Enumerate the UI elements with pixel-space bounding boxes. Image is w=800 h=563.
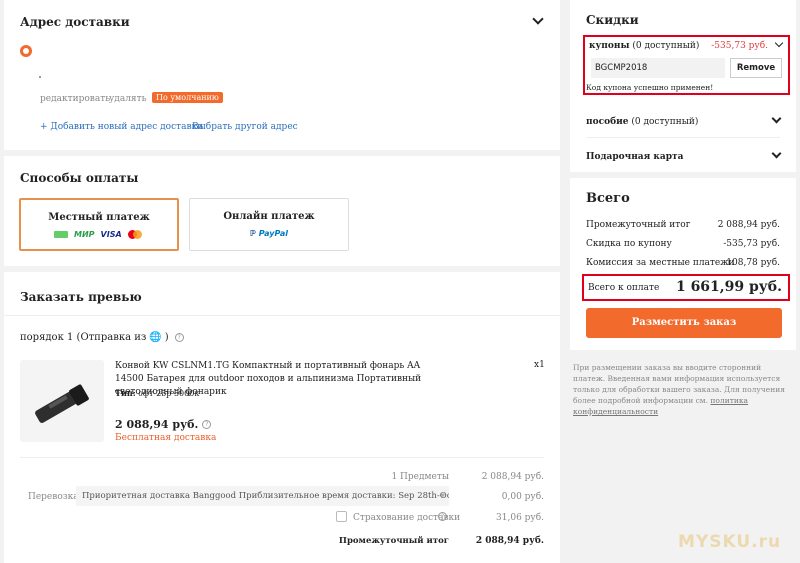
coupon-applied-msg: Код купона успешно применен! <box>586 83 714 92</box>
allowance-row[interactable]: пособие (0 доступный) <box>586 117 698 127</box>
coupons-row[interactable]: купоны (0 доступный) <box>589 41 699 51</box>
gift-card-chevron-icon[interactable] <box>771 148 782 159</box>
qty: x1 <box>534 360 545 370</box>
coupon-highlight-box: купоны (0 доступный) -535,73 руб. BGCMP2… <box>583 35 790 95</box>
allowance-label: пособие <box>586 117 629 127</box>
coupons-chevron-icon[interactable] <box>774 38 784 48</box>
add-address-link[interactable]: + Добавить новый адрес доставки <box>40 122 203 132</box>
chevron-down-icon[interactable] <box>532 13 544 25</box>
payment-logos: Мир VISA <box>54 230 142 239</box>
mastercard-icon <box>127 230 142 239</box>
price-value: 2 088,94 руб. <box>115 418 199 431</box>
card-icon <box>54 231 68 238</box>
product-image[interactable] <box>20 360 104 442</box>
flashlight-icon <box>35 384 89 423</box>
coupons-count: (0 доступный) <box>632 41 700 51</box>
allowance-chevron-icon[interactable] <box>771 113 782 124</box>
order-tail: ) <box>164 332 169 343</box>
items-sum: 2 088,94 руб. <box>481 472 544 482</box>
info-icon[interactable]: ? <box>202 420 212 429</box>
local-payment-option[interactable]: Местный платеж Мир VISA <box>19 198 179 251</box>
pay-highlight-box: Всего к оплате 1 661,99 руб. <box>582 274 790 301</box>
type-value: сфт-25р 5000к <box>138 389 200 398</box>
items-count: 1 Предметы <box>391 472 449 482</box>
order-header: порядок 1 (Отправка из 🌐 ) ? <box>20 332 184 343</box>
help-icon[interactable]: ? <box>174 333 184 342</box>
pay-label: Всего к оплате <box>588 283 660 293</box>
online-payment-option[interactable]: Онлайн платеж ℙ PayPal <box>189 198 349 251</box>
insurance-help-icon[interactable]: ? <box>438 512 447 521</box>
shipping-select[interactable]: Приоритетная доставка Banggood Приблизит… <box>76 486 449 506</box>
default-badge: По умолчанию <box>152 92 223 103</box>
payment-card: Способы оплаты Местный платеж Мир VISA О… <box>4 156 560 266</box>
subtotal-label: Промежуточный итог <box>338 536 449 546</box>
product-type: Тип: сфт-25р 5000к <box>115 388 199 398</box>
shipping-label: Перевозка: <box>28 492 82 502</box>
watermark: MYSKU.ru <box>678 532 782 552</box>
discounts-card: Скидки купоны (0 доступный) -535,73 руб.… <box>570 0 796 172</box>
pay-value: 1 661,99 руб. <box>675 279 782 295</box>
choose-address-link[interactable]: Выбрать другой адрес <box>192 122 298 132</box>
allowance-count: (0 доступный) <box>631 117 699 127</box>
discount-divider <box>586 137 780 138</box>
total-subtotal-value: 2 088,94 руб. <box>717 220 780 230</box>
shipping-option: Приоритетная доставка Banggood Приблизит… <box>82 491 449 501</box>
privacy-notice: При размещении заказа вы вводите сторонн… <box>573 362 795 417</box>
total-subtotal-label: Промежуточный итог <box>586 220 691 230</box>
order-label: порядок 1 (Отправка из <box>20 332 147 343</box>
preview-divider <box>4 315 560 316</box>
radio-selected-icon[interactable] <box>20 45 32 57</box>
globe-icon: 🌐 <box>149 332 162 343</box>
payment-title: Способы оплаты <box>20 171 139 185</box>
preview-title: Заказать превью <box>20 290 142 304</box>
preview-card: Заказать превью порядок 1 (Отправка из 🌐… <box>4 272 560 563</box>
total-coupon-label: Скидка по купону <box>586 239 672 249</box>
edit-address-link[interactable]: редактировать <box>40 94 110 104</box>
insurance-cost: 31,06 руб. <box>496 513 544 523</box>
coupons-value: -535,73 руб. <box>711 41 768 51</box>
place-order-button[interactable]: Разместить заказ <box>586 308 782 338</box>
coupons-label: купоны <box>589 41 630 51</box>
visa-logo: VISA <box>100 230 122 239</box>
address-dot <box>39 76 41 78</box>
paypal-icon: ℙ <box>249 229 256 238</box>
gift-card-row[interactable]: Подарочная карта <box>586 152 683 162</box>
insurance-checkbox[interactable] <box>336 511 347 522</box>
dropdown-icon: ▾ <box>440 491 445 501</box>
paypal-text: PayPal <box>258 229 288 238</box>
remove-coupon-button[interactable]: Remove <box>730 58 782 78</box>
product-price: 2 088,94 руб. ? <box>115 418 212 431</box>
total-fee-value: 108,78 руб. <box>726 258 780 268</box>
shipping-cost: 0,00 руб. <box>501 492 544 502</box>
online-payment-label: Онлайн платеж <box>223 211 315 222</box>
preview-divider-2 <box>20 457 544 458</box>
type-label: Тип: <box>115 388 136 398</box>
coupon-code-input[interactable]: BGCMP2018 <box>591 58 725 78</box>
free-shipping-label: Бесплатная доставка <box>115 433 217 443</box>
local-payment-label: Местный платеж <box>48 212 150 223</box>
total-card: Всего Промежуточный итог 2 088,94 руб. С… <box>570 178 796 350</box>
total-fee-label: Комиссия за местные платежи <box>586 258 735 268</box>
total-title: Всего <box>586 191 630 206</box>
notice-text: При размещении заказа вы вводите сторонн… <box>573 363 785 405</box>
total-coupon-value: -535,73 руб. <box>723 239 780 249</box>
subtotal-value: 2 088,94 руб. <box>475 536 544 546</box>
mir-logo: Мир <box>74 230 95 239</box>
address-title: Адрес доставки <box>20 15 130 29</box>
discounts-title: Скидки <box>586 13 639 27</box>
address-card: Адрес доставки редактировать удалять По … <box>4 0 560 150</box>
delete-address-link[interactable]: удалять <box>109 94 146 104</box>
paypal-logo: ℙ PayPal <box>190 229 348 238</box>
